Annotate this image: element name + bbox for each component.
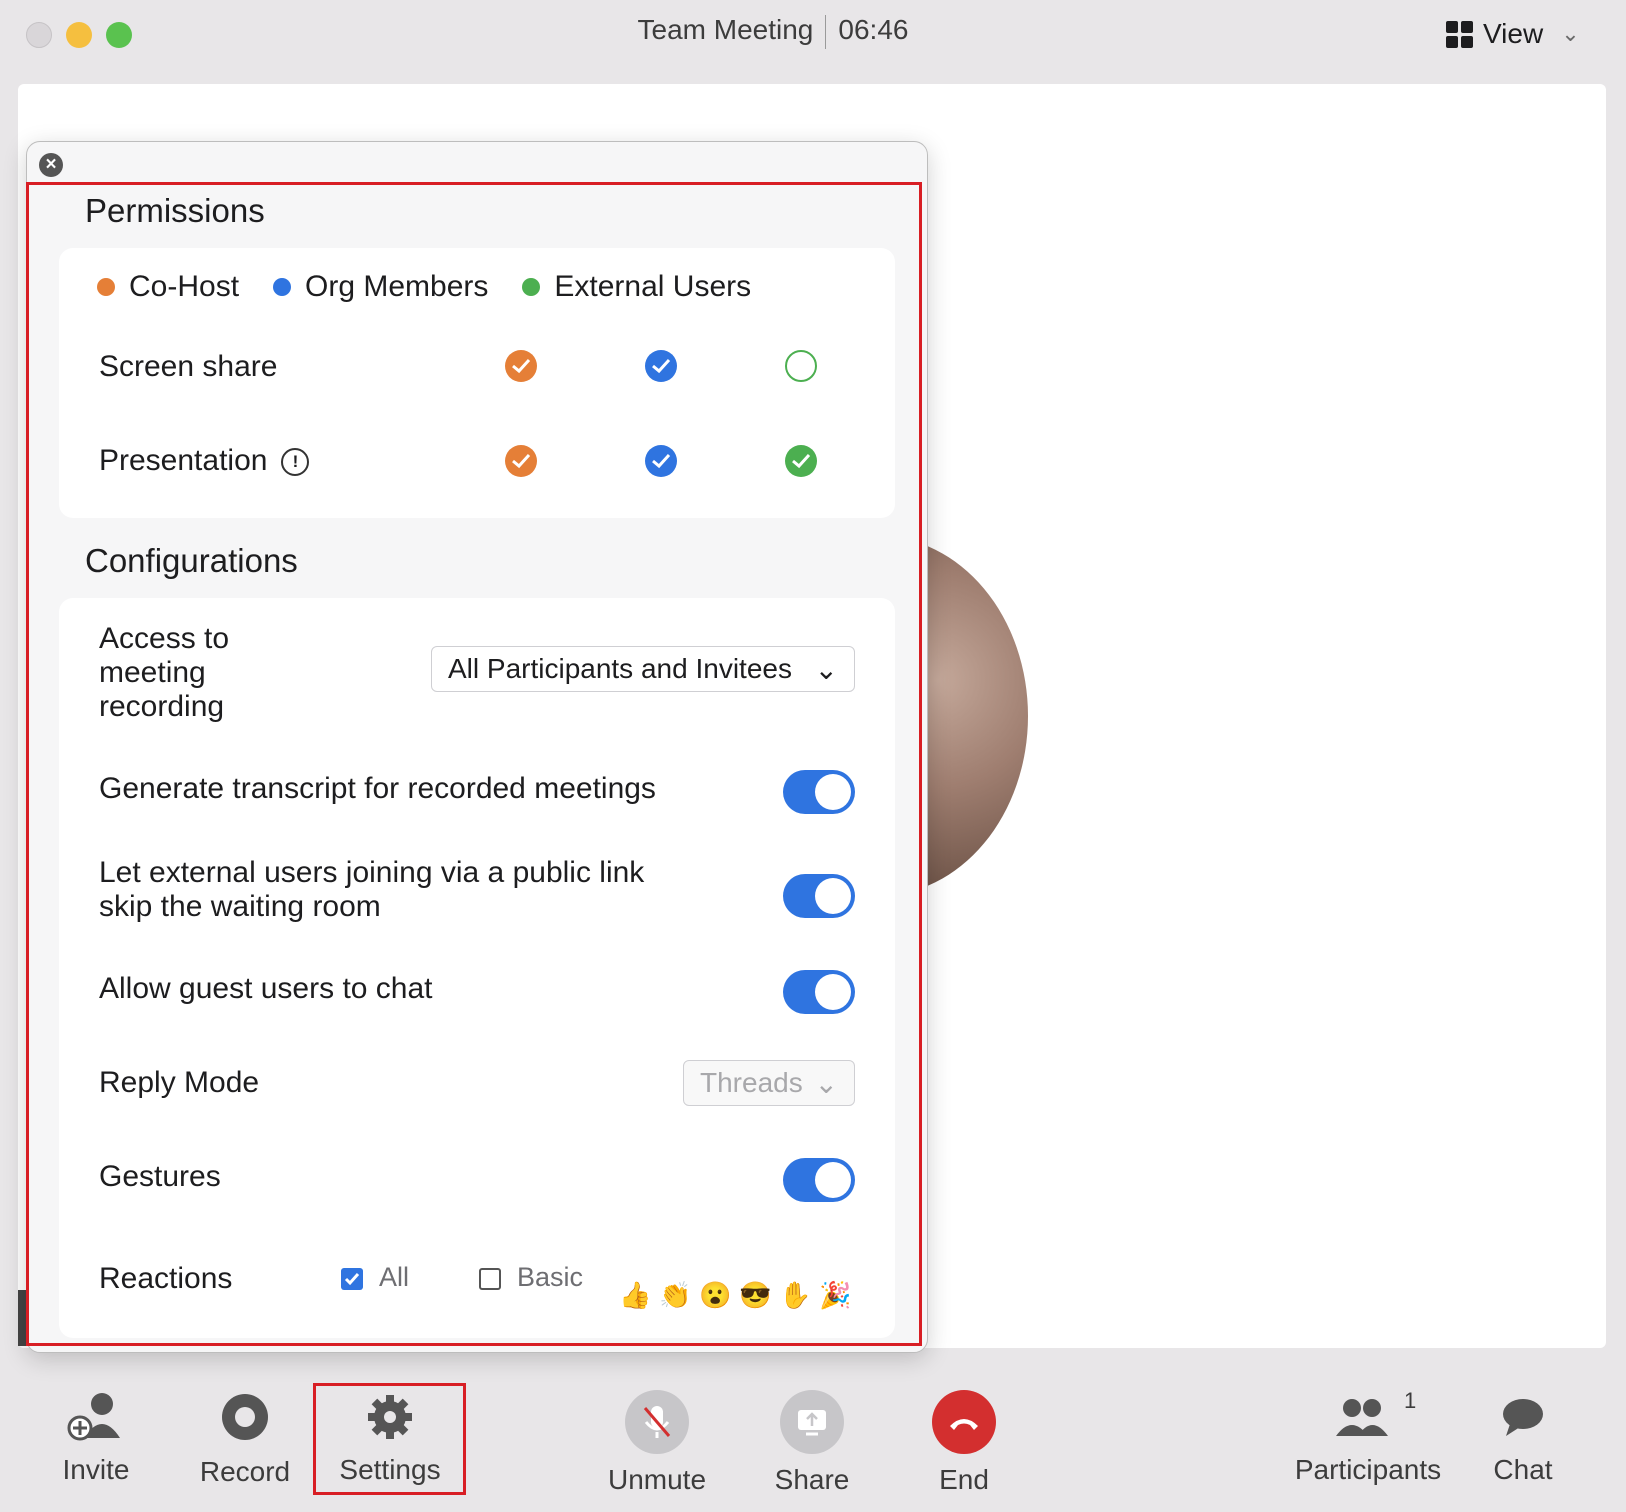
participants-button[interactable]: 1 Participants <box>1288 1388 1448 1486</box>
screen-share-label: Screen share <box>99 350 278 383</box>
view-label: View <box>1483 18 1544 49</box>
legend-external-label: External Users <box>554 270 752 303</box>
external-dot-icon <box>522 278 541 296</box>
presentation-row: Presentation! <box>99 444 310 478</box>
screen-share-cohost-checkbox[interactable] <box>505 350 537 382</box>
reactions-basic-label: Basic <box>517 1262 584 1292</box>
configurations-heading: Configurations <box>85 542 298 579</box>
grid-icon <box>1446 20 1473 48</box>
record-button[interactable]: Record <box>190 1390 300 1488</box>
screen-share-external-checkbox[interactable] <box>785 350 817 382</box>
title-separator <box>825 14 827 49</box>
screen-share-org-checkbox[interactable] <box>645 350 677 382</box>
record-icon <box>222 1394 268 1440</box>
party-icon: 🎉 <box>819 1280 852 1310</box>
invite-label: Invite <box>62 1454 130 1485</box>
presentation-label: Presentation <box>99 444 268 477</box>
share-button[interactable]: Share <box>760 1390 864 1496</box>
reply-mode-label: Reply Mode <box>99 1066 260 1099</box>
unmute-button[interactable]: Unmute <box>602 1390 712 1496</box>
meeting-window: Team Meeting 06:46 View ⌄ × Permissions C… <box>0 0 1626 1512</box>
reactions-all-label: All <box>379 1262 410 1292</box>
org-dot-icon <box>273 278 292 296</box>
sunglasses-face-icon: 😎 <box>739 1280 772 1310</box>
end-label: End <box>939 1464 989 1495</box>
surprised-face-icon: 😮 <box>699 1280 732 1310</box>
info-icon[interactable]: ! <box>281 448 310 477</box>
chevron-down-icon: ⌄ <box>814 653 838 685</box>
stage-edge-strip <box>18 1290 26 1346</box>
clap-icon: 👏 <box>659 1280 692 1310</box>
transcript-label: Generate transcript for recorded meeting… <box>99 772 656 805</box>
participants-count: 1 <box>1404 1388 1417 1413</box>
permissions-card: Co-Host Org Members External Users Scree… <box>59 248 895 518</box>
chat-label: Chat <box>1493 1454 1553 1485</box>
hang-up-icon <box>932 1390 996 1454</box>
chat-button[interactable]: Chat <box>1478 1390 1568 1486</box>
guest-chat-toggle[interactable] <box>783 970 855 1014</box>
legend-org-members: Org Members <box>273 270 488 304</box>
legend-cohost: Co-Host <box>97 270 239 304</box>
cohost-dot-icon <box>97 278 115 296</box>
reply-mode-value: Threads <box>700 1067 803 1098</box>
reactions-basic-checkbox[interactable] <box>479 1268 501 1290</box>
thumbs-up-icon: 👍 <box>619 1280 652 1310</box>
muted-mic-icon <box>625 1390 689 1454</box>
reply-mode-dropdown: Threads ⌄ <box>683 1060 855 1106</box>
gestures-label: Gestures <box>99 1160 221 1193</box>
recording-access-dropdown[interactable]: All Participants and Invitees ⌄ <box>431 646 855 692</box>
settings-panel: × Permissions Co-Host Org Members Extern… <box>26 141 928 1353</box>
permissions-legend: Co-Host Org Members External Users <box>97 270 785 304</box>
participants-label: Participants <box>1294 1454 1442 1485</box>
legend-org-label: Org Members <box>305 270 489 303</box>
recording-access-value: All Participants and Invitees <box>448 653 792 684</box>
add-user-icon <box>64 1390 128 1444</box>
skip-waiting-label: Let external users joining via a public … <box>99 856 645 923</box>
meeting-title: Team Meeting <box>637 14 814 45</box>
permissions-heading: Permissions <box>85 192 265 229</box>
reactions-label: Reactions <box>99 1262 233 1295</box>
legend-cohost-label: Co-Host <box>129 270 240 303</box>
view-button[interactable]: View ⌄ <box>1446 18 1580 50</box>
window-title: Team Meeting 06:46 <box>0 14 1546 49</box>
end-call-button[interactable]: End <box>916 1390 1012 1496</box>
reactions-all-checkbox[interactable] <box>341 1268 363 1290</box>
settings-highlight-box <box>313 1383 466 1495</box>
invite-button[interactable]: Invite <box>46 1390 146 1486</box>
presentation-org-checkbox[interactable] <box>645 445 677 477</box>
configurations-card: Access to meeting recording All Particip… <box>59 598 895 1338</box>
chat-bubble-icon <box>1496 1390 1550 1444</box>
chevron-down-icon: ⌄ <box>1561 21 1580 46</box>
recording-access-label: Access to meeting recording <box>99 622 230 723</box>
record-label: Record <box>199 1456 291 1487</box>
presentation-external-checkbox[interactable] <box>785 445 817 477</box>
share-label: Share <box>774 1464 850 1495</box>
close-icon[interactable]: × <box>39 153 63 177</box>
gestures-toggle[interactable] <box>783 1158 855 1202</box>
unmute-label: Unmute <box>607 1464 707 1495</box>
guest-chat-label: Allow guest users to chat <box>99 972 433 1005</box>
share-screen-icon <box>780 1390 844 1454</box>
presentation-cohost-checkbox[interactable] <box>505 445 537 477</box>
participants-icon: 1 <box>1308 1388 1428 1444</box>
raised-hand-icon: ✋ <box>779 1280 812 1310</box>
meeting-timer: 06:46 <box>838 14 909 45</box>
legend-external-users: External Users <box>522 270 751 304</box>
chevron-down-icon: ⌄ <box>814 1067 838 1099</box>
skip-waiting-toggle[interactable] <box>783 874 855 918</box>
transcript-toggle[interactable] <box>783 770 855 814</box>
